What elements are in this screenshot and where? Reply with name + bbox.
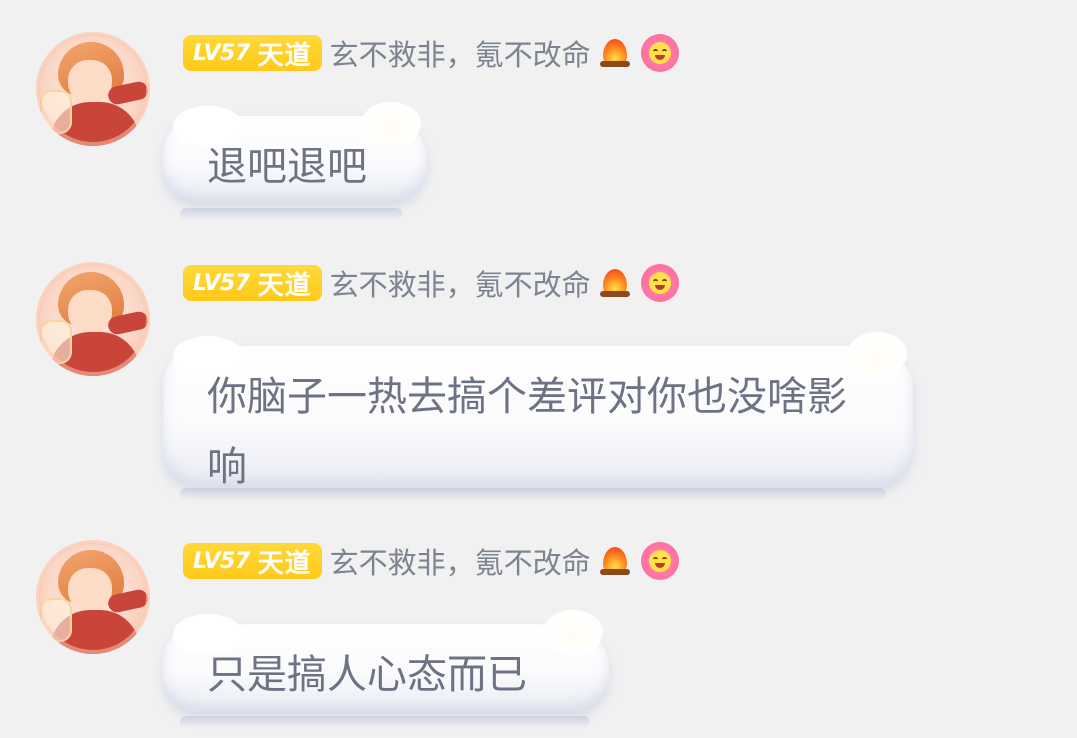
rank-label: 天道: [257, 270, 312, 301]
rank-label: 天道: [257, 40, 312, 71]
avatar-frame: [36, 540, 150, 654]
user-avatar[interactable]: [36, 540, 150, 654]
message-text: 退吧退吧: [207, 144, 367, 190]
message-bubble[interactable]: 你脑子一热去搞个差评对你也没啥影响: [163, 332, 913, 490]
avatar-frame: [36, 262, 150, 376]
level-label: LV57: [193, 548, 250, 574]
level-badge[interactable]: LV57 天道: [183, 265, 322, 301]
rank-label: 天道: [257, 548, 312, 579]
level-label: LV57: [193, 270, 250, 296]
bubble-shadow: [180, 208, 402, 220]
message-header: LV57 天道 玄不救非，氪不改命: [183, 542, 679, 580]
message-header: LV57 天道 玄不救非，氪不改命: [183, 264, 679, 302]
level-badge[interactable]: LV57 天道: [183, 543, 322, 579]
message-text: 你脑子一热去搞个差评对你也没啥影响: [207, 374, 847, 490]
bubble-shadow: [180, 716, 590, 728]
user-nickname[interactable]: 玄不救非，氪不改命: [330, 32, 591, 74]
level-label: LV57: [193, 40, 250, 66]
user-avatar[interactable]: [36, 32, 150, 146]
fire-emoji-icon: [597, 543, 633, 579]
smiling-flower-emoji-icon: [640, 264, 679, 302]
message-text: 只是搞人心态而已: [207, 652, 527, 698]
message-header: LV57 天道 玄不救非，氪不改命: [183, 34, 679, 72]
user-nickname[interactable]: 玄不救非，氪不改命: [330, 540, 591, 582]
smiling-flower-emoji-icon: [640, 34, 679, 72]
message-bubble[interactable]: 只是搞人心态而已: [163, 610, 609, 712]
user-avatar[interactable]: [36, 262, 150, 376]
fire-emoji-icon: [597, 265, 633, 301]
smiling-flower-emoji-icon: [640, 542, 679, 580]
level-badge[interactable]: LV57 天道: [183, 35, 322, 71]
avatar-frame: [36, 32, 150, 146]
fire-emoji-icon: [597, 35, 633, 71]
user-nickname[interactable]: 玄不救非，氪不改命: [330, 262, 591, 304]
message-bubble[interactable]: 退吧退吧: [163, 102, 427, 202]
